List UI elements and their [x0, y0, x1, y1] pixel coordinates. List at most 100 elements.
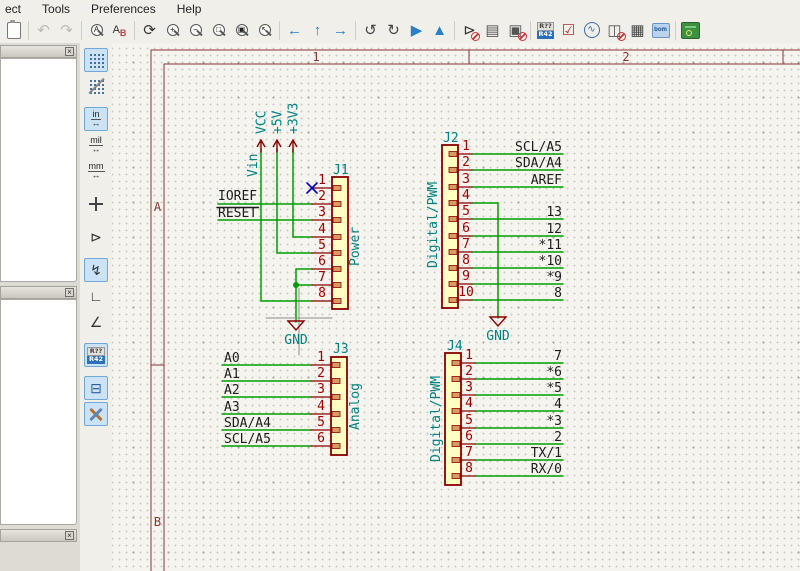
nav-forward-button[interactable]: →	[329, 19, 352, 42]
net-label-13[interactable]: 13	[546, 205, 562, 220]
units-mils-button[interactable]: mil↔	[84, 133, 108, 157]
nav-back-button[interactable]: ←	[283, 19, 306, 42]
net-label-10[interactable]: *10	[539, 254, 562, 269]
net-label-8[interactable]: 8	[554, 286, 562, 301]
pin-number: 7	[465, 445, 473, 460]
zoom-cursor-button[interactable]: ↖	[253, 19, 276, 42]
units-inches-button[interactable]: in↔	[84, 107, 108, 131]
zoom-selection-button[interactable]: ▣	[230, 19, 253, 42]
net-label-12[interactable]: 12	[546, 222, 562, 237]
bom-button[interactable]: bom	[649, 19, 672, 42]
close-icon[interactable]: ×	[65, 531, 74, 540]
net-label-AREF[interactable]: AREF	[531, 173, 562, 188]
units-mm-button[interactable]: mm↔	[84, 159, 108, 183]
wire[interactable]	[261, 149, 312, 301]
left-dock: × × ×	[0, 43, 80, 571]
close-icon[interactable]: ×	[65, 47, 74, 56]
net-label-TX1[interactable]: TX/1	[531, 446, 562, 461]
net-label-3[interactable]: *3	[546, 414, 562, 429]
grid-visibility-button[interactable]	[84, 48, 108, 72]
wire-any-angle-button[interactable]: ∠	[84, 310, 108, 334]
mirror-v-icon: ▲	[432, 23, 447, 38]
annotate-button[interactable]: R??R42	[534, 19, 557, 42]
find-button[interactable]: A	[85, 19, 108, 42]
menu-help[interactable]: Help	[175, 2, 204, 16]
net-label-RX0[interactable]: RX/0	[531, 462, 562, 477]
left-toolbar: in↔mil↔mm↔ ⊳ ↯∟∠ R??R42 ⊟	[80, 43, 112, 571]
assign-footprints-button[interactable]: ◫	[603, 19, 626, 42]
cursor-shape-button[interactable]	[84, 192, 108, 216]
net-label-SCLA5[interactable]: SCL/A5	[515, 140, 562, 155]
dock-panel-top-header[interactable]: ×	[0, 45, 77, 58]
pin-notch	[449, 250, 457, 255]
redraw-button[interactable]: ⟳	[138, 19, 161, 42]
net-label-SDAA4[interactable]: SDA/A4	[224, 416, 271, 431]
net-label-A0[interactable]: A0	[224, 351, 240, 366]
footprint-editor-button[interactable]: ▣	[504, 19, 527, 42]
net-label-IOREF[interactable]: IOREF	[218, 189, 257, 204]
undo-button[interactable]: ↶	[32, 19, 55, 42]
power-symbol-GND[interactable]: GND	[284, 321, 308, 348]
menu-inspect-partial[interactable]: ect	[3, 2, 23, 16]
power-symbol-+3V3[interactable]: +3V3	[287, 103, 302, 152]
power-symbol-GND[interactable]: GND	[486, 317, 510, 344]
power-symbol-+5V[interactable]: +5V	[271, 110, 286, 152]
wire-90-button[interactable]: ∟	[84, 284, 108, 308]
connector-J2[interactable]: 12345678910J2Digital/PWM	[426, 131, 474, 308]
net-label-9[interactable]: *9	[546, 270, 562, 285]
simulator-button[interactable]: ∿	[580, 19, 603, 42]
wire[interactable]	[296, 269, 312, 322]
net-label-A2[interactable]: A2	[224, 383, 240, 398]
net-label-Vin[interactable]: Vin	[246, 154, 261, 177]
annotate-side-button[interactable]: R??R42	[84, 343, 108, 367]
net-label-5[interactable]: *5	[546, 381, 562, 396]
power-symbol-VCC[interactable]: VCC	[255, 111, 270, 152]
hierarchy-navigator-button[interactable]: ⊟	[84, 376, 108, 400]
paste-button[interactable]	[2, 19, 25, 42]
zoom-out-button[interactable]: −	[184, 19, 207, 42]
close-icon[interactable]: ×	[65, 288, 74, 297]
tools-button[interactable]	[84, 402, 108, 426]
rotate-ccw-button[interactable]: ↺	[359, 19, 382, 42]
net-label-SCLA5[interactable]: SCL/A5	[224, 432, 271, 447]
schematic-canvas[interactable]: 12AB12345678J1Power12345678910J2Digital/…	[112, 43, 800, 571]
find-replace-button[interactable]: AB	[108, 19, 131, 42]
net-label-A1[interactable]: A1	[224, 367, 240, 382]
dock-panel-bottom-header[interactable]: ×	[0, 529, 77, 542]
connector-J3[interactable]: 123456J3Analog	[311, 342, 363, 455]
net-label-7[interactable]: 7	[554, 349, 562, 364]
net-label-11[interactable]: *11	[539, 238, 562, 253]
fields-table-button[interactable]: ▦	[626, 19, 649, 42]
net-label-RESET[interactable]: RESET	[217, 206, 259, 221]
library-browser-button[interactable]: ▤	[481, 19, 504, 42]
mirror-h-button[interactable]: ▶	[405, 19, 428, 42]
net-label-2[interactable]: 2	[554, 430, 562, 445]
grid-style-button[interactable]	[84, 74, 108, 98]
connector-J1[interactable]: 12345678J1Power	[307, 163, 363, 309]
wire[interactable]	[293, 149, 312, 237]
menu-preferences[interactable]: Preferences	[89, 2, 158, 16]
hidden-pins-button[interactable]: ⊳	[84, 225, 108, 249]
net-label-6[interactable]: *6	[546, 365, 562, 380]
pin-number: 1	[318, 173, 326, 188]
hv-wires-button[interactable]: ↯	[84, 258, 108, 282]
pin-number: 2	[318, 189, 326, 204]
hidden-pins-icon: ⊳	[90, 230, 102, 244]
rotate-cw-button[interactable]: ↻	[382, 19, 405, 42]
dock-panel-middle-header[interactable]: ×	[0, 286, 77, 299]
redo-button[interactable]: ↷	[55, 19, 78, 42]
net-label-A3[interactable]: A3	[224, 400, 240, 415]
symbol-editor-button[interactable]: ⊳	[458, 19, 481, 42]
connector-J4[interactable]: 12345678J4Digital/PWM	[429, 339, 475, 485]
nav-up-button[interactable]: ↑	[306, 19, 329, 42]
pin-number: 4	[462, 188, 470, 203]
net-label-SDAA4[interactable]: SDA/A4	[515, 156, 562, 171]
pcbnew-button[interactable]	[679, 19, 702, 42]
pin-number: 5	[317, 415, 325, 430]
zoom-in-button[interactable]: +	[161, 19, 184, 42]
net-label-4[interactable]: 4	[554, 397, 562, 412]
mirror-v-button[interactable]: ▲	[428, 19, 451, 42]
menu-tools[interactable]: Tools	[40, 2, 72, 16]
erc-button[interactable]: ☑	[557, 19, 580, 42]
zoom-fit-button[interactable]: □	[207, 19, 230, 42]
